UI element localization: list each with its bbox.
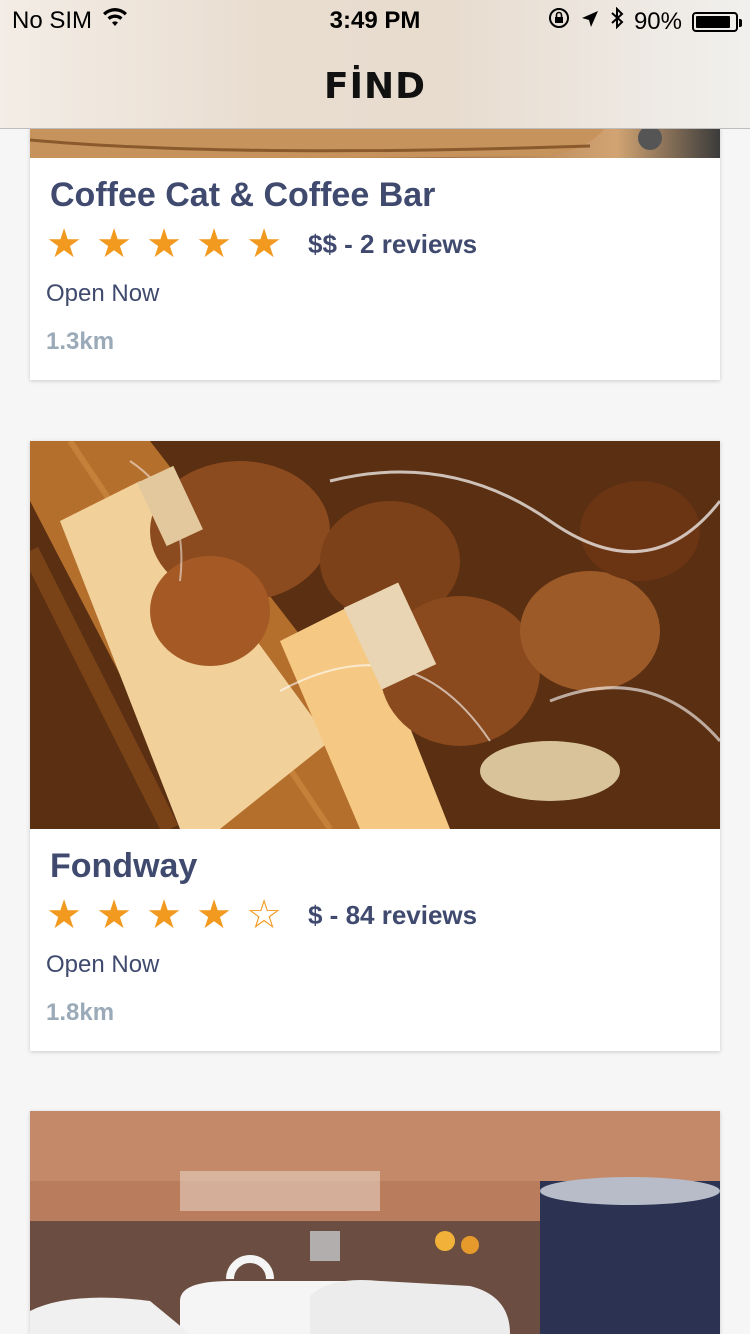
- battery-percent: 90%: [633, 7, 682, 35]
- star-rating: ★ ★ ★ ★ ★: [46, 222, 282, 266]
- location-arrow-icon: [580, 8, 600, 36]
- status-bar: No SIM 3:49 PM 90%: [0, 0, 750, 40]
- listing-photo: [30, 441, 720, 829]
- star-filled-icon: ★: [46, 222, 82, 266]
- star-filled-icon: ★: [96, 893, 132, 937]
- star-rating: ★ ★ ★ ★ ☆: [46, 893, 282, 937]
- orientation-lock-icon: [548, 7, 570, 36]
- listing-photo: [30, 1111, 720, 1334]
- price-reviews: $ - 84 reviews: [308, 899, 478, 930]
- listing-photo: [30, 128, 720, 158]
- listing-card[interactable]: [30, 1111, 720, 1334]
- listing-card[interactable]: Fondway ★ ★ ★ ★ ☆ $ - 84 reviews Open Now 1.…: [30, 441, 720, 1051]
- price-reviews: $$ - 2 reviews: [308, 228, 478, 259]
- star-filled-icon: ★: [146, 222, 182, 266]
- star-filled-icon: ★: [146, 893, 182, 937]
- rating-row: ★ ★ ★ ★ ☆ $ - 84 reviews: [46, 893, 477, 937]
- navigation-bar: No SIM 3:49 PM 90% FİND: [0, 0, 750, 129]
- open-status: Open Now: [46, 951, 160, 978]
- rating-row: ★ ★ ★ ★ ★ $$ - 2 reviews: [46, 222, 477, 266]
- battery-icon: [692, 11, 742, 32]
- star-empty-icon: ☆: [246, 893, 282, 937]
- star-filled-icon: ★: [196, 893, 232, 937]
- star-filled-icon: ★: [46, 893, 82, 937]
- listing-name[interactable]: Fondway: [50, 847, 197, 886]
- star-filled-icon: ★: [196, 222, 232, 266]
- distance: 1.3km: [46, 328, 115, 355]
- app-logo: FİND: [324, 66, 426, 107]
- bluetooth-icon: [610, 6, 624, 36]
- star-filled-icon: ★: [96, 222, 132, 266]
- listing-name[interactable]: Coffee Cat & Coffee Bar: [50, 176, 435, 215]
- star-filled-icon: ★: [246, 222, 282, 266]
- open-status: Open Now: [46, 280, 160, 307]
- distance: 1.8km: [46, 999, 115, 1026]
- listing-card[interactable]: Coffee Cat & Coffee Bar ★ ★ ★ ★ ★ $$ - 2 rev…: [30, 128, 720, 380]
